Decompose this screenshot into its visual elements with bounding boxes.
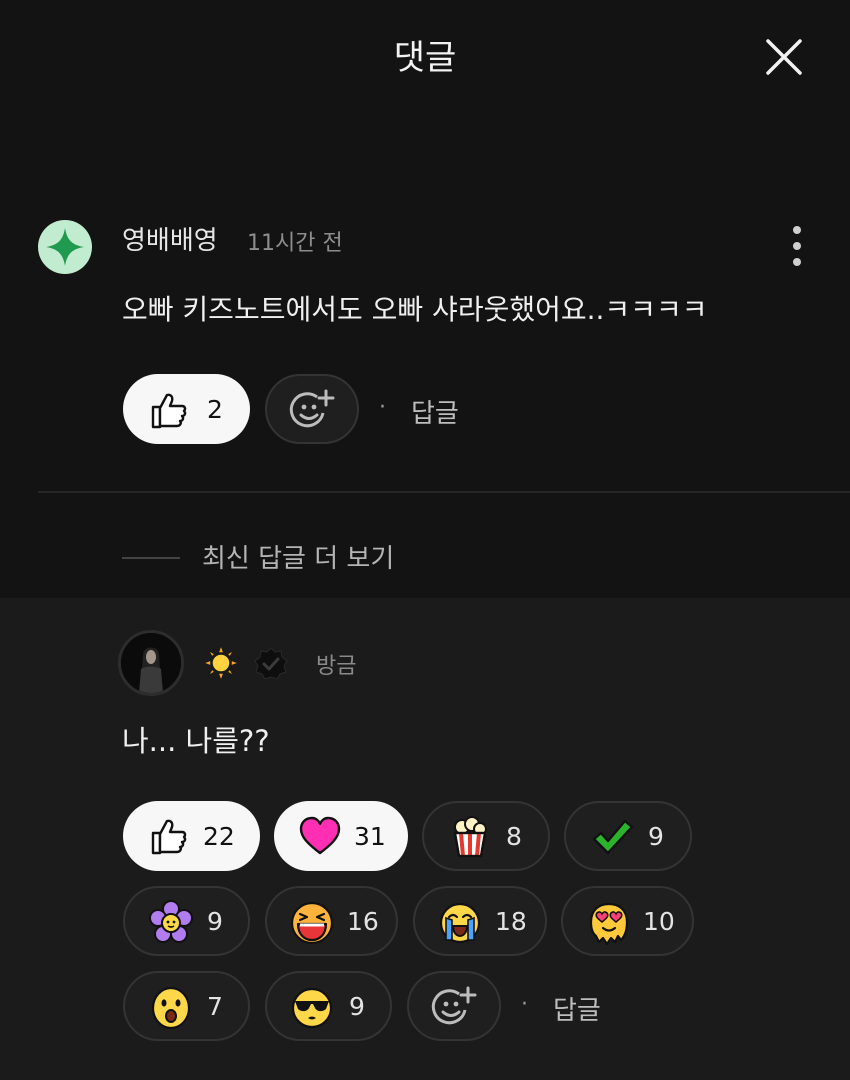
separator: · bbox=[521, 992, 528, 1017]
reaction-button[interactable]: 16 bbox=[265, 886, 398, 956]
comment-text: 오빠 키즈노트에서도 오빠 샤라웃했어요..ㅋㅋㅋㅋ bbox=[122, 293, 708, 326]
separator: · bbox=[379, 395, 386, 420]
reaction-button[interactable]: 22 bbox=[123, 801, 260, 871]
reaction-count: 10 bbox=[643, 906, 675, 936]
reaction-button[interactable]: 7 bbox=[123, 971, 250, 1041]
reaction-count: 22 bbox=[203, 821, 235, 851]
crying-face-icon bbox=[439, 902, 481, 944]
comment-author[interactable]: 영배배영 bbox=[122, 220, 218, 257]
comment: 영배배영 11시간 전 오빠 키즈노트에서도 오빠 샤라웃했어요..ㅋㅋㅋㅋ 2… bbox=[0, 200, 850, 500]
reply-time: 방금 bbox=[316, 654, 357, 679]
reply-text: 나... 나를?? bbox=[122, 724, 270, 758]
header: 댓글 bbox=[0, 0, 850, 120]
reaction-button[interactable]: 8 bbox=[422, 801, 550, 871]
like-count: 2 bbox=[207, 394, 223, 424]
cool-face-icon bbox=[291, 987, 333, 1029]
thumbs-up-icon bbox=[151, 393, 187, 429]
add-emoji-icon bbox=[431, 986, 477, 1025]
reaction-button[interactable]: 9 bbox=[265, 971, 392, 1041]
reaction-count: 9 bbox=[349, 991, 365, 1021]
reaction-count: 16 bbox=[347, 906, 379, 936]
reaction-button[interactable]: 9 bbox=[564, 801, 692, 871]
reaction-count: 8 bbox=[506, 821, 522, 851]
flower-icon bbox=[149, 900, 193, 943]
thumbs-up-icon bbox=[151, 819, 187, 855]
reaction-button[interactable]: 9 bbox=[123, 886, 250, 956]
heart-eyes-face-icon bbox=[589, 902, 629, 946]
reaction-count: 7 bbox=[207, 991, 223, 1021]
add-emoji-icon bbox=[289, 389, 335, 428]
laughing-face-icon bbox=[290, 901, 334, 945]
reaction-count: 9 bbox=[207, 906, 223, 936]
reply: 방금 나... 나를?? 22 31 8 9 9 16 18 10 7 9 · … bbox=[0, 598, 850, 1080]
like-reaction-button[interactable]: 2 bbox=[123, 374, 250, 444]
sun-icon bbox=[202, 644, 240, 682]
reaction-button[interactable]: 10 bbox=[561, 886, 694, 956]
popcorn-icon bbox=[453, 816, 487, 858]
profile-photo bbox=[121, 633, 181, 693]
add-reaction-button[interactable] bbox=[265, 374, 359, 444]
close-icon[interactable] bbox=[760, 33, 808, 81]
reaction-button[interactable]: 31 bbox=[274, 801, 408, 871]
add-reaction-button[interactable] bbox=[407, 971, 501, 1041]
green-sparkle-icon bbox=[46, 228, 84, 266]
more-replies-line bbox=[122, 557, 180, 559]
page-title: 댓글 bbox=[393, 38, 457, 78]
reaction-count: 31 bbox=[354, 821, 386, 851]
reaction-count: 9 bbox=[648, 821, 664, 851]
avatar[interactable] bbox=[118, 630, 184, 696]
more-options-icon[interactable] bbox=[784, 224, 810, 268]
reaction-button[interactable]: 18 bbox=[413, 886, 547, 956]
divider bbox=[38, 491, 850, 493]
avatar[interactable] bbox=[38, 220, 92, 274]
verified-badge-icon bbox=[254, 647, 288, 680]
heart-icon bbox=[299, 816, 341, 855]
reply-button[interactable]: 답글 bbox=[553, 990, 601, 1027]
reply-button[interactable]: 답글 bbox=[411, 393, 459, 430]
reaction-count: 18 bbox=[495, 906, 527, 936]
surprised-face-icon bbox=[151, 986, 191, 1030]
more-replies-label: 최신 답글 더 보기 bbox=[202, 544, 395, 574]
comment-time: 11시간 전 bbox=[247, 231, 343, 256]
check-icon bbox=[592, 819, 634, 855]
more-replies-button[interactable]: 최신 답글 더 보기 bbox=[0, 532, 850, 582]
